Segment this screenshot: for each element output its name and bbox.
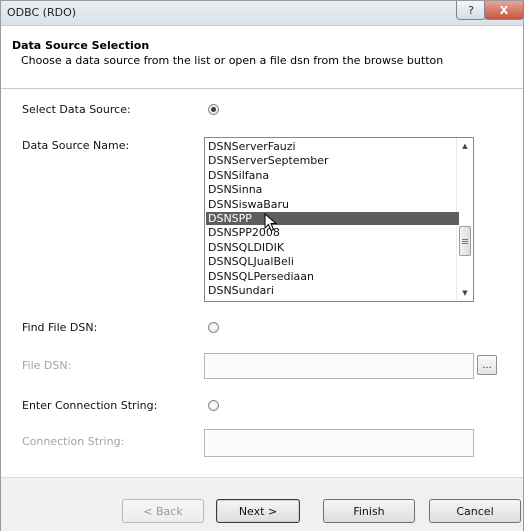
data-source-item[interactable]: DSNSundari [206,284,459,297]
find-file-dsn-label: Find File DSN: [22,321,98,334]
data-source-item[interactable]: DSNSPP [206,212,459,225]
help-icon: ? [468,3,474,17]
header-title: Data Source Selection [12,39,150,52]
mouse-cursor-icon [264,213,278,232]
data-source-list[interactable]: ▲ ▼ DSNServerFauzi DSNServerSeptember DSNS… [204,137,474,302]
finish-button[interactable]: Finish [323,499,415,523]
data-source-item[interactable]: DSNServerFauzi [206,140,459,153]
data-source-item[interactable]: DSNSinna [206,183,459,196]
data-source-item[interactable]: DSNSQLJualBeli [206,255,459,268]
data-source-name-label: Data Source Name: [22,139,130,152]
header-subtitle: Choose a data source from the list or op… [21,54,444,67]
wizard-header: Data Source Selection Choose a data sour… [1,26,523,89]
next-button[interactable]: Next > [216,499,300,523]
data-source-item[interactable]: DSNSiswaBaru [206,198,459,211]
grip-icon [462,240,468,242]
cancel-button[interactable]: Cancel [429,499,521,523]
browse-button[interactable]: ... [477,355,497,375]
connection-string-input[interactable] [204,429,474,457]
title-bar: ODBC (RDO) ? X [1,1,524,26]
scroll-thumb[interactable] [459,226,471,256]
enter-connection-string-radio[interactable] [208,400,219,411]
wizard-footer: < Back Next > Finish Cancel [1,477,523,531]
odbc-dialog: ODBC (RDO) ? X Data Source Selection Cho… [0,0,524,531]
data-source-item[interactable]: DSNSilfana [206,169,459,182]
data-source-item[interactable]: DSNSQLPersediaan [206,270,459,283]
close-icon: X [499,3,509,17]
close-button[interactable]: X [484,1,524,20]
connection-string-label: Connection String: [22,435,125,448]
help-button[interactable]: ? [456,1,486,20]
wizard-content: Select Data Source: Data Source Name: ▲ … [1,89,523,477]
scroll-down-icon[interactable]: ▼ [457,285,473,301]
data-source-item[interactable]: DSNServerSeptember [206,154,459,167]
data-source-item[interactable]: DSNSQLDIDIK [206,241,459,254]
window-title: ODBC (RDO) [7,6,77,19]
file-dsn-label: File DSN: [22,359,72,372]
enter-connection-string-label: Enter Connection String: [22,399,158,412]
scroll-up-icon[interactable]: ▲ [457,138,473,154]
data-source-item[interactable]: DSNSPP2008 [206,226,459,239]
back-button[interactable]: < Back [122,499,204,523]
select-data-source-radio[interactable] [208,104,219,115]
file-dsn-input[interactable] [204,353,474,379]
select-data-source-label: Select Data Source: [22,103,131,116]
find-file-dsn-radio[interactable] [208,322,219,333]
